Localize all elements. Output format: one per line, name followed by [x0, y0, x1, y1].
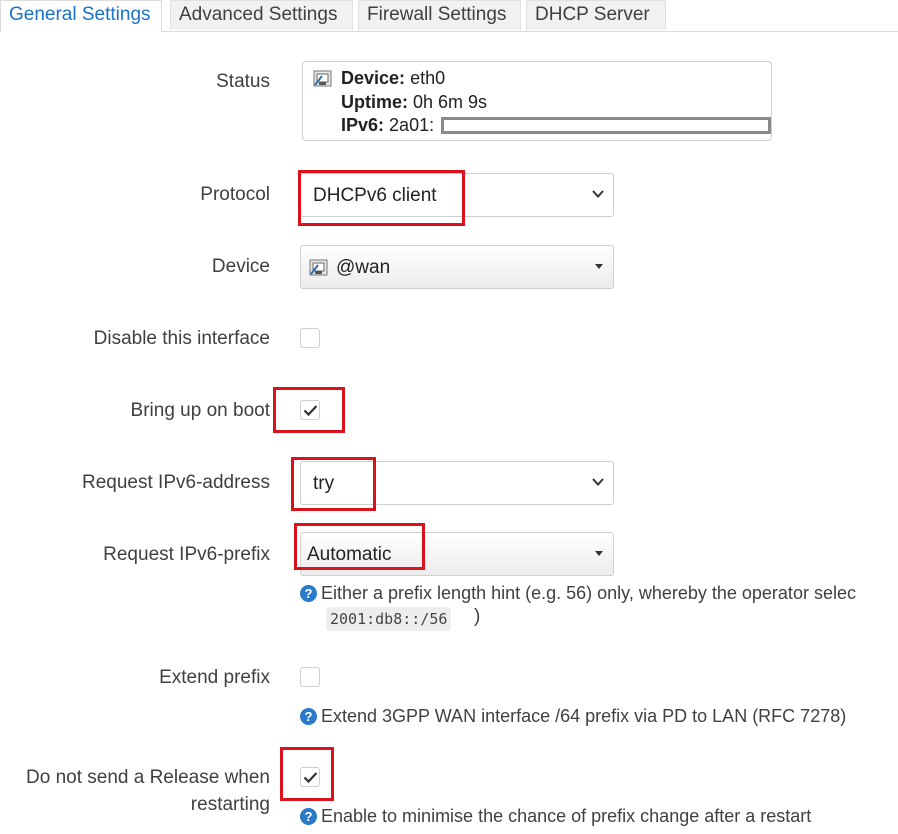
protocol-label: Protocol [200, 184, 270, 205]
network-port-icon [313, 70, 332, 87]
network-port-icon [309, 259, 328, 276]
disable-interface-label: Disable this interface [93, 328, 270, 349]
request-prefix-help: ? Either a prefix length hint (e.g. 56) o… [300, 583, 856, 604]
extend-prefix-help-text: Extend 3GPP WAN interface /64 prefix via… [321, 706, 847, 726]
status-ipv6: IPv6: 2a01: [341, 115, 435, 135]
chevron-down-icon [592, 478, 604, 486]
extend-prefix-help: ? Extend 3GPP WAN interface /64 prefix vi… [300, 706, 846, 727]
caret-down-icon [595, 551, 603, 556]
request-prefix-label: Request IPv6-prefix [103, 544, 270, 565]
highlight-box-boot [273, 387, 345, 433]
redaction-box [441, 117, 771, 134]
no-release-label-line1: Do not send a Release when [26, 767, 270, 788]
tab-dhcp-server[interactable]: DHCP Server [526, 0, 666, 30]
prefix-help-paren: ) [474, 606, 481, 627]
status-device: Device: eth0 [341, 68, 446, 88]
no-release-help: ? Enable to minimise the chance of prefix… [300, 806, 811, 827]
highlight-box-address [291, 457, 376, 511]
no-release-label-line2: restarting [190, 794, 270, 815]
disable-interface-checkbox[interactable] [300, 328, 320, 348]
tab-advanced-settings[interactable]: Advanced Settings [170, 0, 353, 30]
help-icon: ? [300, 708, 317, 725]
extend-prefix-label: Extend prefix [159, 667, 270, 688]
extend-prefix-checkbox[interactable] [300, 667, 320, 687]
bring-up-on-boot-label: Bring up on boot [130, 400, 270, 421]
status-uptime: Uptime: 0h 6m 9s [341, 92, 488, 112]
highlight-box-protocol [298, 170, 465, 226]
prefix-example-code: 2001:db8::/56 [326, 607, 452, 631]
tab-firewall-settings[interactable]: Firewall Settings [358, 0, 521, 30]
request-address-label: Request IPv6-address [82, 472, 270, 493]
request-prefix-help-text: Either a prefix length hint (e.g. 56) on… [321, 583, 856, 603]
device-value: @wan [336, 257, 391, 278]
tab-general-settings[interactable]: General Settings [0, 0, 162, 32]
device-select[interactable]: @wan [300, 245, 614, 289]
status-label: Status [216, 71, 270, 92]
caret-down-icon [595, 264, 603, 269]
help-icon: ? [300, 808, 317, 825]
tab-bar: General Settings Advanced Settings Firew… [0, 0, 898, 32]
no-release-help-text: Enable to minimise the chance of prefix … [321, 806, 812, 826]
highlight-box-release [280, 747, 334, 801]
device-label: Device [211, 256, 270, 277]
help-icon: ? [300, 585, 317, 602]
highlight-box-prefix [294, 523, 425, 570]
chevron-down-icon [592, 190, 604, 198]
